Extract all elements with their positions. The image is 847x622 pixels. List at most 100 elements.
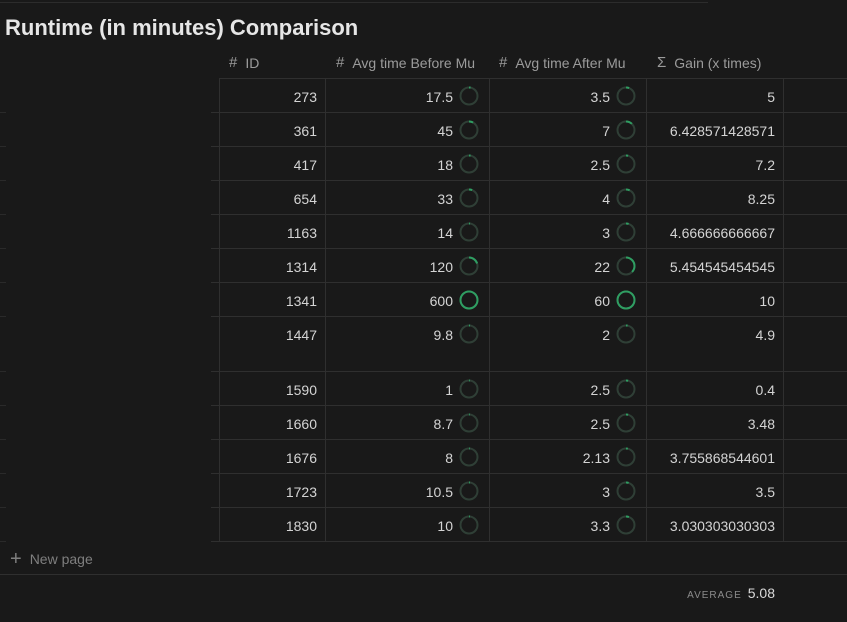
number-icon: #: [336, 54, 345, 71]
after-cell[interactable]: 3: [489, 215, 646, 248]
gain-cell[interactable]: 7.2: [646, 147, 783, 180]
gain-cell[interactable]: 5: [646, 79, 783, 112]
before-cell[interactable]: 600: [325, 283, 489, 316]
before-cell[interactable]: 8.7: [325, 406, 489, 439]
id-cell[interactable]: 1676: [219, 440, 325, 473]
table-row[interactable]: 417 18 2.5 7.2: [211, 147, 847, 181]
id-cell[interactable]: 361: [219, 113, 325, 146]
before-cell-value: 8: [445, 450, 453, 466]
row-separator-tick: [0, 180, 6, 181]
after-cell[interactable]: 3.3: [489, 508, 646, 541]
table-row[interactable]: 1163 14 3 4.666666666667: [211, 215, 847, 249]
gain-cell[interactable]: 4.666666666667: [646, 215, 783, 248]
progress-ring-track: [616, 324, 636, 344]
progress-ring-icon: [459, 481, 479, 501]
column-header-id[interactable]: # ID: [229, 47, 329, 78]
progress-ring-icon: [616, 290, 636, 310]
table-row[interactable]: 1314 120 22 5.454545454545: [211, 249, 847, 283]
id-cell[interactable]: 417: [219, 147, 325, 180]
column-header-gain[interactable]: Σ Gain (x times): [657, 47, 797, 78]
before-cell-value: 600: [429, 293, 453, 309]
after-cell[interactable]: 2.5: [489, 372, 646, 405]
id-cell[interactable]: 1590: [219, 372, 325, 405]
progress-ring-icon: [616, 154, 636, 174]
new-page-button[interactable]: + New page: [10, 549, 93, 569]
gain-cell[interactable]: 3.48: [646, 406, 783, 439]
id-cell[interactable]: 654: [219, 181, 325, 214]
id-cell[interactable]: 1314: [219, 249, 325, 282]
progress-ring-track: [459, 413, 479, 433]
gain-cell[interactable]: 3.5: [646, 474, 783, 507]
gain-cell[interactable]: 5.454545454545: [646, 249, 783, 282]
after-cell[interactable]: 2.5: [489, 406, 646, 439]
progress-ring-track: [459, 515, 479, 535]
progress-ring-icon: [616, 86, 636, 106]
gain-cell[interactable]: 3.755868544601: [646, 440, 783, 473]
after-cell-value: 3.5: [590, 89, 610, 105]
before-cell-value: 8.7: [433, 416, 453, 432]
gain-cell[interactable]: 6.428571428571: [646, 113, 783, 146]
row-separator-tick: [0, 316, 6, 317]
table-row[interactable]: 1660 8.7 2.5 3.48: [211, 406, 847, 440]
id-cell[interactable]: 1341: [219, 283, 325, 316]
row-separator-tick: [0, 214, 6, 215]
table-row[interactable]: 1447 9.8 2 4.9: [211, 317, 847, 372]
id-cell[interactable]: 1723: [219, 474, 325, 507]
id-cell[interactable]: 1447: [219, 317, 325, 371]
id-cell[interactable]: 1163: [219, 215, 325, 248]
before-cell[interactable]: 33: [325, 181, 489, 214]
before-cell[interactable]: 8: [325, 440, 489, 473]
id-cell[interactable]: 1830: [219, 508, 325, 541]
row-separator-tick: [0, 248, 6, 249]
before-cell[interactable]: 17.5: [325, 79, 489, 112]
id-cell[interactable]: 1660: [219, 406, 325, 439]
before-cell[interactable]: 10.5: [325, 474, 489, 507]
after-cell[interactable]: 3: [489, 474, 646, 507]
average-summary[interactable]: AVERAGE 5.08: [687, 585, 775, 601]
id-cell[interactable]: 273: [219, 79, 325, 112]
before-cell[interactable]: 18: [325, 147, 489, 180]
before-cell[interactable]: 9.8: [325, 317, 489, 371]
before-cell-value: 120: [429, 259, 453, 275]
gain-cell[interactable]: 0.4: [646, 372, 783, 405]
after-cell[interactable]: 22: [489, 249, 646, 282]
gain-cell-value: 0.4: [755, 382, 775, 398]
before-cell[interactable]: 10: [325, 508, 489, 541]
column-header-after[interactable]: # Avg time After Mu: [499, 47, 649, 78]
table-row[interactable]: 1723 10.5 3 3.5: [211, 474, 847, 508]
gain-cell[interactable]: 4.9: [646, 317, 783, 371]
column-header-before[interactable]: # Avg time Before Mu: [336, 47, 491, 78]
before-cell[interactable]: 45: [325, 113, 489, 146]
table-row[interactable]: 654 33 4 8.25: [211, 181, 847, 215]
after-cell[interactable]: 2.13: [489, 440, 646, 473]
table-row[interactable]: 361 45 7 6.428571428571: [211, 113, 847, 147]
after-cell[interactable]: 60: [489, 283, 646, 316]
table-row[interactable]: 273 17.5 3.5 5: [211, 79, 847, 113]
table-row[interactable]: 1590 1 2.5 0.4: [211, 372, 847, 406]
row-separator-tick: [0, 112, 6, 113]
gain-cell-value: 3.755868544601: [669, 450, 775, 466]
progress-ring-track: [616, 154, 636, 174]
gain-cell[interactable]: 10: [646, 283, 783, 316]
progress-ring-icon: [459, 188, 479, 208]
gain-cell[interactable]: 8.25: [646, 181, 783, 214]
after-cell[interactable]: 2: [489, 317, 646, 371]
gain-cell[interactable]: 3.030303030303: [646, 508, 783, 541]
table-row[interactable]: 1341 600 60 10: [211, 283, 847, 317]
progress-ring-track: [616, 188, 636, 208]
before-cell[interactable]: 120: [325, 249, 489, 282]
table-header: # ID # Avg time Before Mu # Avg time Aft…: [219, 47, 847, 79]
row-gutter: [211, 283, 219, 316]
after-cell[interactable]: 4: [489, 181, 646, 214]
gain-cell-value: 10: [759, 293, 775, 309]
gain-cell-value: 3.48: [747, 416, 775, 432]
after-cell[interactable]: 7: [489, 113, 646, 146]
after-cell[interactable]: 3.5: [489, 79, 646, 112]
table-row[interactable]: 1676 8 2.13 3.755868544601: [211, 440, 847, 474]
table-row[interactable]: 1830 10 3.3 3.030303030303: [211, 508, 847, 542]
row-separator-tick: [0, 541, 6, 542]
before-cell[interactable]: 14: [325, 215, 489, 248]
before-cell[interactable]: 1: [325, 372, 489, 405]
id-cell-value: 1163: [286, 225, 317, 241]
after-cell[interactable]: 2.5: [489, 147, 646, 180]
